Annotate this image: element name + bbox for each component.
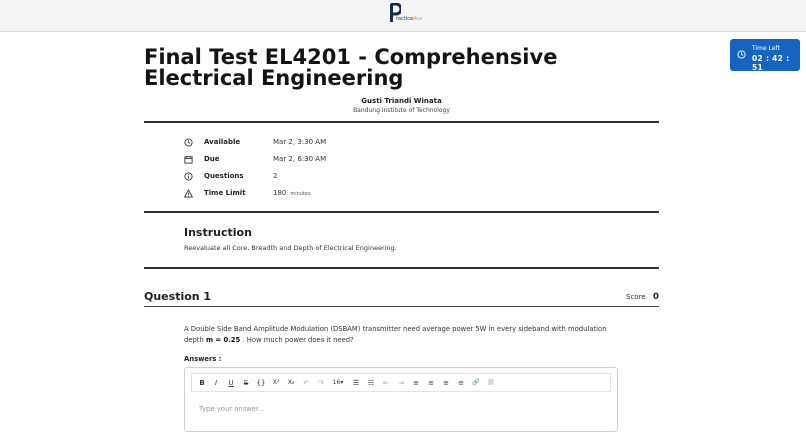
strikethrough-button[interactable]: S [240, 377, 252, 389]
unlink-button[interactable]: ⛓ [485, 377, 497, 389]
divider [144, 267, 659, 269]
divider [144, 306, 659, 307]
meta-key: Questions [204, 172, 244, 180]
exam-title: Final Test EL4201 - Comprehensive Electr… [144, 45, 558, 90]
undo-button[interactable]: ↶ [300, 377, 312, 389]
italic-button[interactable]: I [210, 377, 222, 389]
top-bar: racticeAce [0, 0, 806, 32]
superscript-button[interactable]: X² [270, 377, 282, 389]
align-right-button[interactable]: ≡ [440, 377, 452, 389]
bold-button[interactable]: B [196, 377, 208, 389]
exam-author: Gusti Triandi Winata [361, 97, 442, 105]
answer-input[interactable]: Type your answer... [199, 405, 265, 413]
font-size-dropdown[interactable]: 16▾ [330, 377, 346, 389]
indent-button[interactable]: ⇥ [395, 377, 407, 389]
clock-icon [184, 138, 193, 147]
question-text-part: . How much power does it need? [242, 336, 354, 344]
meta-value: Mar 2, 3:30 AM [273, 138, 327, 146]
meta-value: Mar 2, 6:30 AM [273, 155, 327, 163]
time-limit-unit: minutes [290, 191, 311, 197]
divider [144, 211, 659, 213]
instruction-title: Instruction [184, 226, 252, 239]
exam-institution: Bandung Institute of Technology [353, 107, 450, 114]
practiceace-logo[interactable]: racticeAce [389, 3, 422, 25]
time-left-panel: Time Left 02 : 42 : 51 [730, 39, 800, 72]
underline-button[interactable]: U [225, 377, 237, 389]
divider [144, 121, 659, 123]
code-button[interactable]: {} [255, 377, 267, 389]
justify-button[interactable]: ≡ [455, 377, 467, 389]
answers-label: Answers : [184, 355, 222, 363]
warning-icon [184, 189, 193, 198]
info-icon [184, 172, 193, 181]
meta-key: Available [204, 138, 241, 146]
subscript-button[interactable]: X₂ [285, 377, 297, 389]
editor-toolbar: B I U S {} X² X₂ ↶ ↷ 16▾ ☰ ☷ ⇤ ⇥ ≡ ≡ ≡ ≡… [191, 373, 611, 392]
question-title: Question 1 [144, 290, 212, 303]
bullet-list-button[interactable]: ☰ [350, 377, 362, 389]
time-left-label: Time Left [752, 45, 780, 52]
question-text: A Double Side Band Amplitude Modulation … [184, 324, 624, 346]
meta-key: Due [204, 155, 220, 163]
align-center-button[interactable]: ≡ [425, 377, 437, 389]
question-text-emphasis: m = 0.25 [205, 336, 241, 344]
calendar-icon [184, 155, 193, 164]
meta-key: Time Limit [204, 189, 246, 197]
meta-value: 180 minutes [273, 189, 311, 197]
time-limit-value: 180 [273, 189, 287, 197]
link-button[interactable]: 🔗 [470, 377, 482, 389]
answer-editor[interactable]: B I U S {} X² X₂ ↶ ↷ 16▾ ☰ ☷ ⇤ ⇥ ≡ ≡ ≡ ≡… [184, 367, 618, 432]
redo-button[interactable]: ↷ [315, 377, 327, 389]
clock-icon [737, 50, 746, 59]
instruction-text: Reevaluate all Core, Breadth and Depth o… [184, 244, 397, 252]
align-left-button[interactable]: ≡ [410, 377, 422, 389]
score-value: 0 [653, 292, 659, 302]
time-left-value: 02 : 42 : 51 [752, 54, 790, 72]
ordered-list-button[interactable]: ☷ [365, 377, 377, 389]
caret-down-icon: ▾ [340, 379, 344, 386]
score-label: Score [626, 293, 646, 301]
outdent-button[interactable]: ⇤ [380, 377, 392, 389]
logo-text: racticeAce [396, 16, 423, 22]
meta-value: 2 [273, 172, 278, 180]
